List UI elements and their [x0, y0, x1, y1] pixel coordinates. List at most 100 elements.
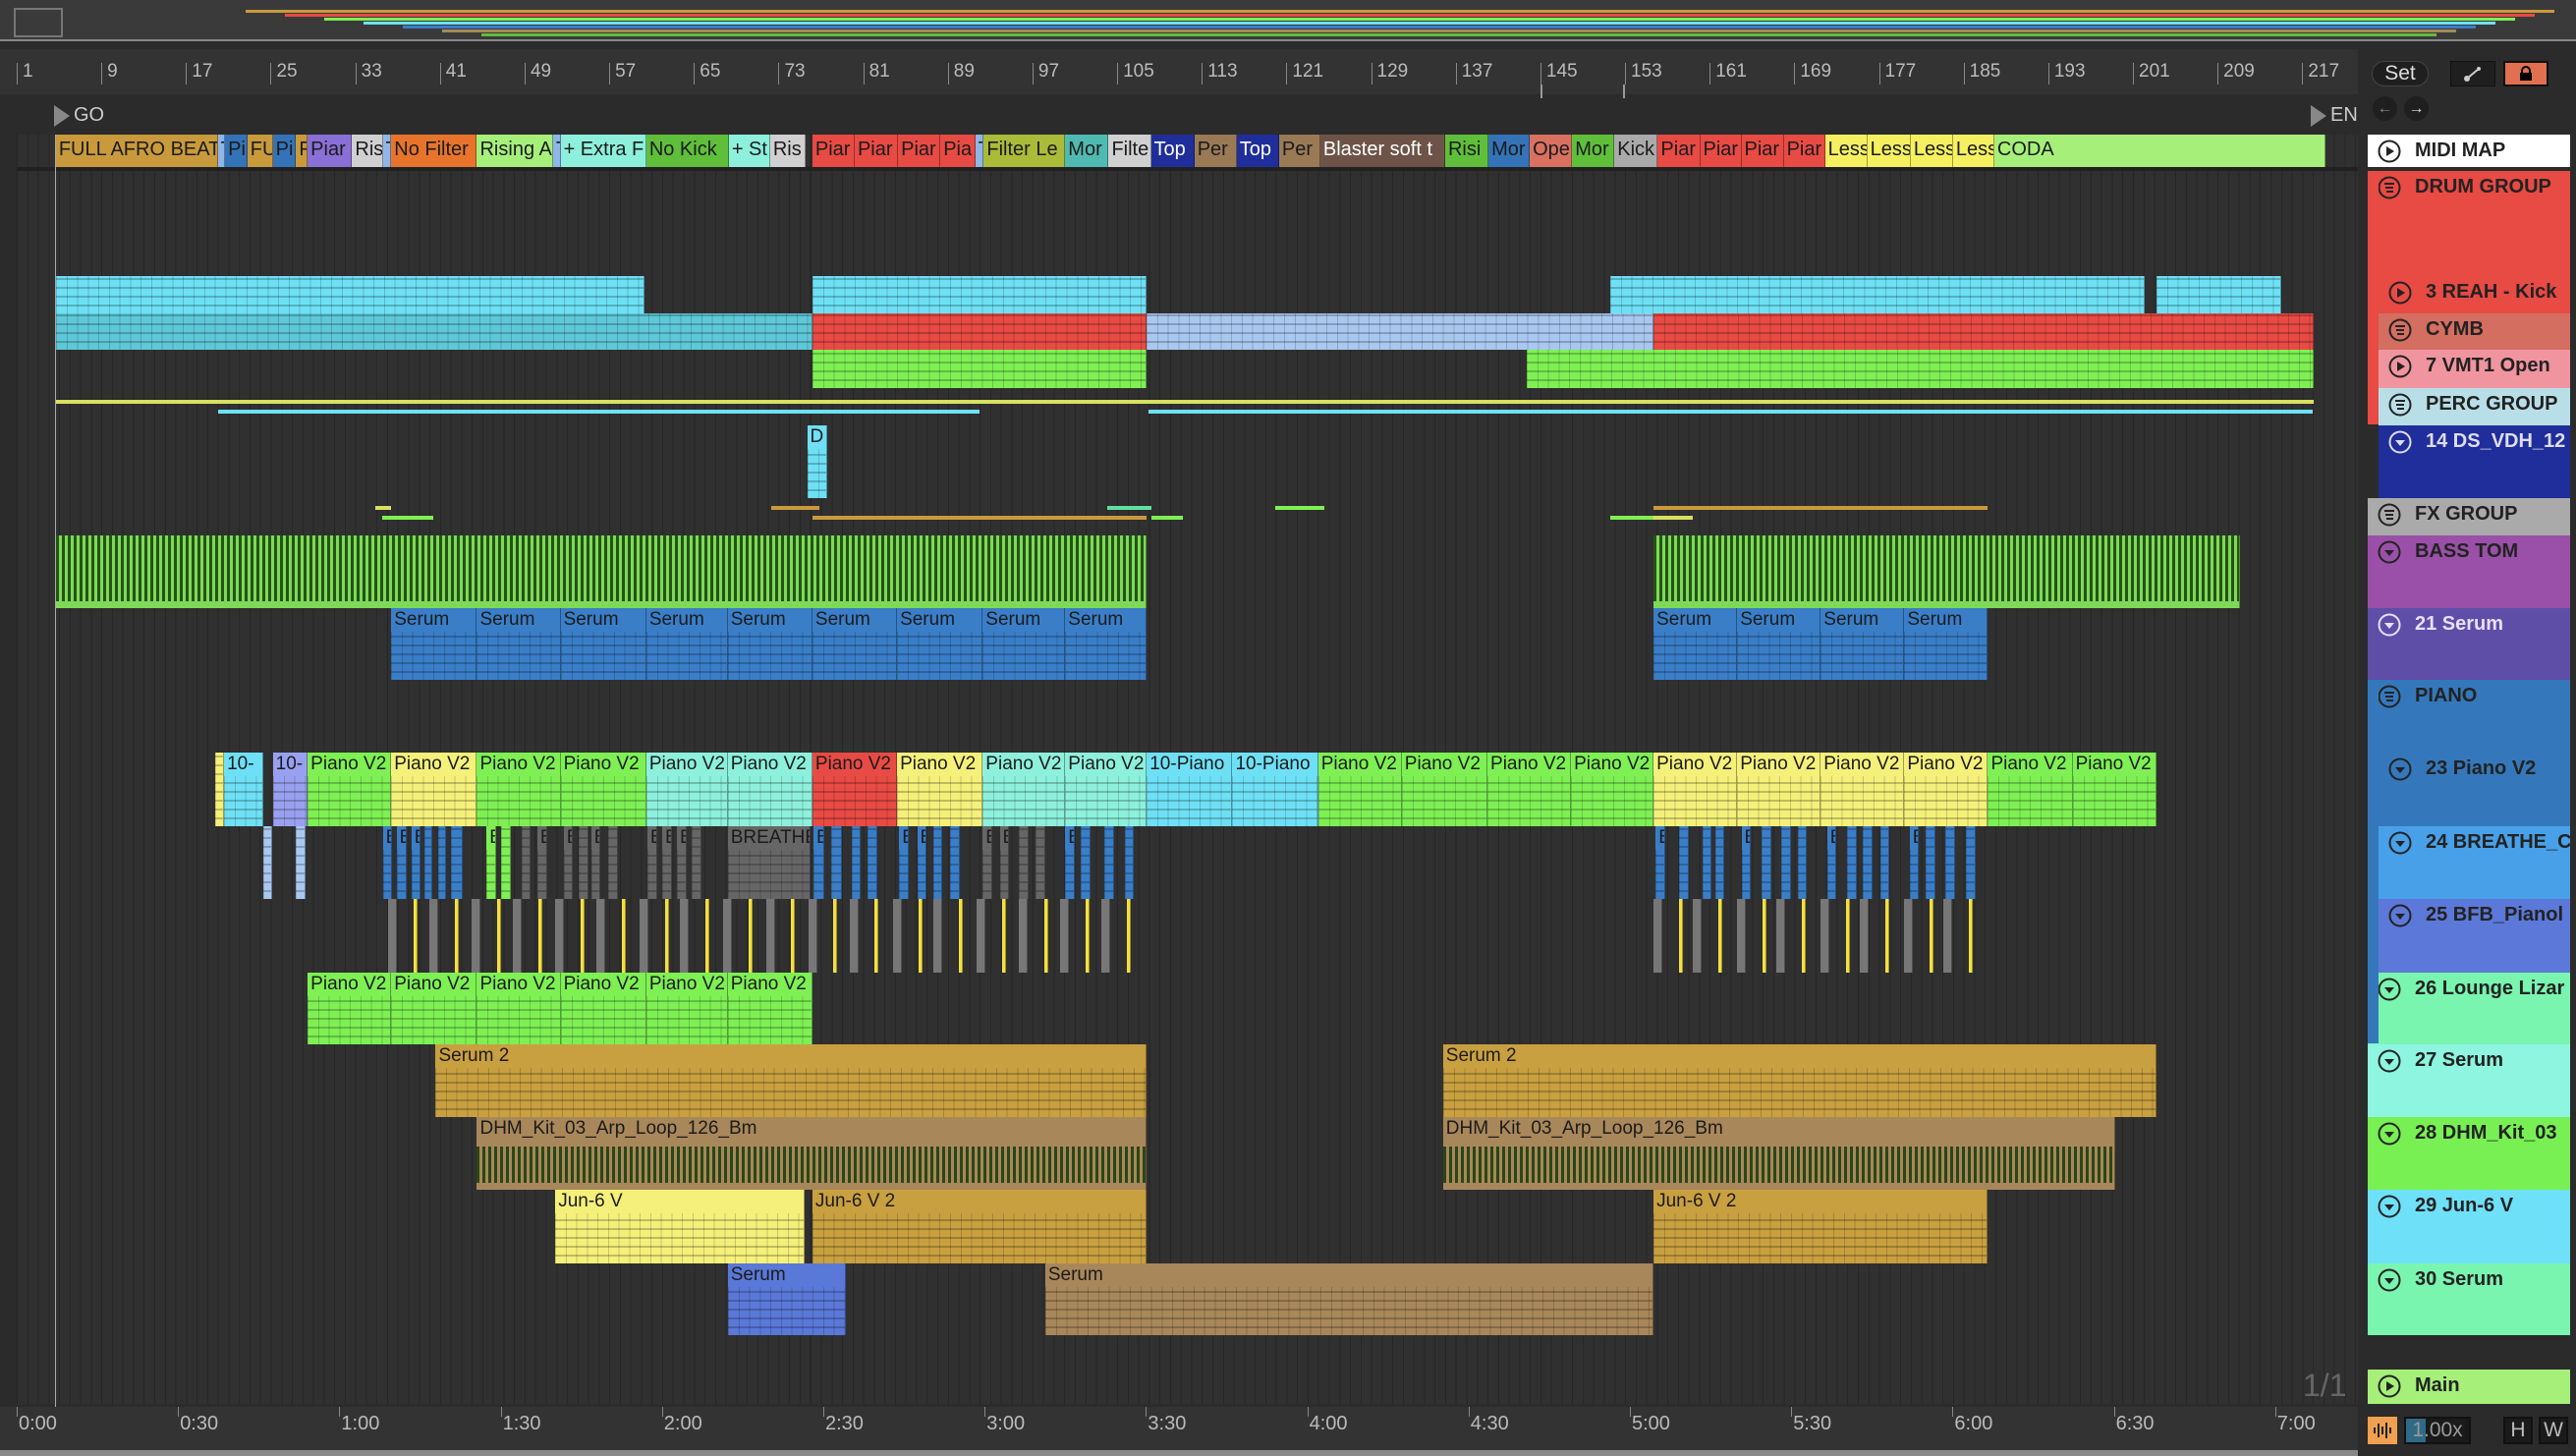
- clip[interactable]: Piano V2: [391, 973, 477, 1044]
- bfb-clip[interactable]: [496, 899, 501, 973]
- clip[interactable]: Serum: [727, 608, 812, 680]
- bfb-clip[interactable]: [640, 899, 649, 973]
- scene-clip[interactable]: Pia: [940, 135, 976, 167]
- scene-clip[interactable]: + St: [728, 135, 770, 167]
- track-header[interactable]: 29 Jun-6 V: [2368, 1190, 2570, 1263]
- bfb-clip[interactable]: [555, 899, 565, 973]
- scene-clip[interactable]: Per: [1278, 135, 1320, 167]
- bfb-clip[interactable]: [1860, 899, 1870, 973]
- clip[interactable]: [423, 826, 433, 899]
- clip[interactable]: Serum: [560, 608, 646, 680]
- track-lane[interactable]: [17, 498, 2358, 539]
- clip[interactable]: [1847, 826, 1857, 899]
- track-lane[interactable]: [17, 535, 2358, 612]
- audio-toggle-button[interactable]: [2368, 1417, 2397, 1444]
- clip[interactable]: [812, 313, 1148, 350]
- fold-icon[interactable]: [2378, 613, 2401, 637]
- fold-icon[interactable]: [2378, 540, 2401, 564]
- clip[interactable]: Piano V2: [476, 973, 561, 1044]
- bfb-clip[interactable]: [705, 899, 710, 973]
- play-icon[interactable]: [2388, 281, 2412, 305]
- track-lane[interactable]: [17, 388, 2358, 429]
- bfb-clip[interactable]: [849, 899, 859, 973]
- clip[interactable]: [521, 826, 532, 899]
- track-lane[interactable]: [17, 171, 2358, 280]
- track-header[interactable]: 3 REAH - Kick: [2379, 276, 2570, 313]
- bfb-clip[interactable]: [1820, 899, 1830, 973]
- clip[interactable]: [867, 826, 877, 899]
- scene-clip[interactable]: Ris: [769, 135, 807, 167]
- fold-icon[interactable]: [2388, 904, 2412, 927]
- clip[interactable]: [949, 826, 960, 899]
- bfb-clip[interactable]: [1801, 899, 1806, 973]
- clip[interactable]: [851, 826, 862, 899]
- clip[interactable]: Piano V2: [2072, 753, 2156, 826]
- clip[interactable]: [1925, 826, 1935, 899]
- bfb-clip[interactable]: [1692, 899, 1702, 973]
- bfb-clip[interactable]: [1763, 899, 1767, 973]
- clip[interactable]: [1036, 826, 1045, 899]
- bfb-clip[interactable]: [808, 899, 817, 973]
- clip[interactable]: Serum: [812, 608, 898, 680]
- bfb-clip[interactable]: [1653, 899, 1663, 973]
- group-icon[interactable]: [2378, 176, 2401, 199]
- scene-clip[interactable]: Piar: [854, 135, 899, 167]
- clip[interactable]: [2156, 276, 2281, 313]
- scene-clip[interactable]: Less: [1952, 135, 1994, 167]
- scene-clip[interactable]: Rising A: [476, 135, 554, 167]
- play-icon[interactable]: [2378, 1374, 2401, 1398]
- bar-ruler[interactable]: 1 9 17 25 33 41 49 57 65 73 81 89 97 105 113 121 129 137 1…: [0, 49, 2358, 102]
- bfb-clip[interactable]: [581, 899, 586, 973]
- track-lane[interactable]: D: [17, 425, 2358, 502]
- clip[interactable]: [1653, 535, 2240, 608]
- track-lane[interactable]: Serum Serum: [17, 1263, 2358, 1339]
- clip[interactable]: [812, 276, 1148, 313]
- locator-start[interactable]: GO: [54, 104, 104, 127]
- clip[interactable]: [1609, 276, 2145, 313]
- scene-clip[interactable]: Piar: [1700, 135, 1742, 167]
- track-lane[interactable]: [17, 680, 2358, 756]
- bfb-clip[interactable]: [874, 899, 879, 973]
- track-lane[interactable]: Serum 2 Serum 2: [17, 1044, 2358, 1121]
- scene-clip[interactable]: T: [217, 135, 226, 167]
- bfb-clip[interactable]: [1884, 899, 1889, 973]
- clip[interactable]: [1018, 826, 1029, 899]
- clip[interactable]: Serum: [1737, 608, 1821, 680]
- bfb-clip[interactable]: [1018, 899, 1028, 973]
- clip[interactable]: [1702, 826, 1712, 899]
- clip[interactable]: [55, 535, 1148, 608]
- track-header[interactable]: 28 DHM_Kit_03: [2368, 1117, 2570, 1190]
- fold-icon[interactable]: [2388, 757, 2412, 781]
- clip[interactable]: [1104, 826, 1114, 899]
- scene-clip[interactable]: No Kick: [645, 135, 729, 167]
- clip[interactable]: Serum 2: [435, 1044, 1148, 1117]
- scene-clip[interactable]: Pi: [272, 135, 297, 167]
- fit-width-button[interactable]: W: [2539, 1417, 2568, 1444]
- clip[interactable]: [450, 826, 464, 899]
- clip[interactable]: B: [486, 826, 496, 899]
- clip[interactable]: Piano V2: [645, 753, 728, 826]
- scene-clip[interactable]: Less: [1867, 135, 1911, 167]
- bfb-clip[interactable]: [958, 899, 963, 973]
- bfb-clip[interactable]: [1001, 899, 1006, 973]
- track-header[interactable]: 25 BFB_Pianol: [2379, 899, 2570, 973]
- track-lane[interactable]: 10- 10- Piano V2 Piano V2 Piano V2 Piano V2 Pi…: [17, 753, 2358, 830]
- scene-clip[interactable]: Piar: [1741, 135, 1784, 167]
- clip[interactable]: Serum: [1653, 608, 1738, 680]
- scene-clip[interactable]: Top: [1236, 135, 1279, 167]
- locator-bar[interactable]: GO EN: [0, 98, 2358, 132]
- track-header[interactable]: PIANO: [2368, 680, 2570, 753]
- bfb-clip[interactable]: [918, 899, 923, 973]
- scene-clip[interactable]: FULL AFRO BEAT: [55, 135, 218, 167]
- clip[interactable]: Piano V2: [1820, 753, 1905, 826]
- clip[interactable]: BREATHE: [727, 826, 811, 899]
- clip[interactable]: B: [411, 826, 421, 899]
- clip[interactable]: [501, 826, 511, 899]
- bfb-clip[interactable]: [413, 899, 418, 973]
- clip[interactable]: B: [1741, 826, 1752, 899]
- fold-icon[interactable]: [2388, 831, 2412, 855]
- clip[interactable]: Piano V2: [391, 753, 477, 826]
- track-header[interactable]: 21 Serum: [2368, 608, 2570, 680]
- bfb-clip[interactable]: [622, 899, 627, 973]
- scene-clip[interactable]: Blaster soft t: [1319, 135, 1445, 167]
